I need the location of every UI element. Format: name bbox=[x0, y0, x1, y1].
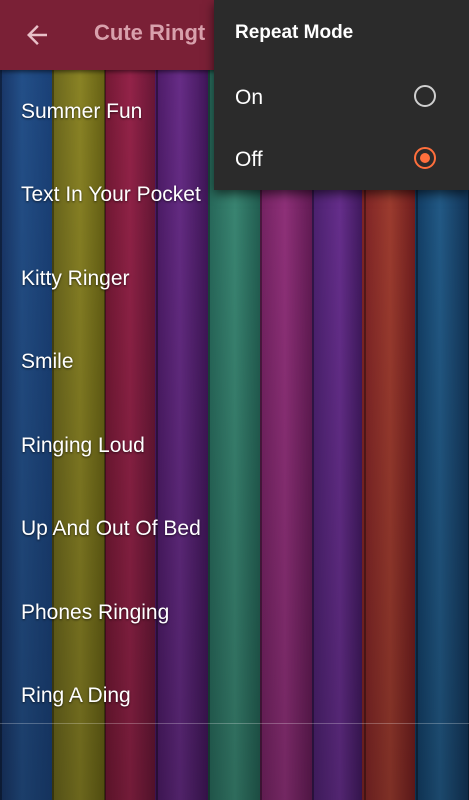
ringtone-item[interactable]: Phones Ringing bbox=[0, 571, 469, 655]
radio-checked-icon[interactable] bbox=[414, 147, 436, 169]
ringtone-label: Up And Out Of Bed bbox=[21, 517, 201, 541]
ringtone-label: Phones Ringing bbox=[21, 600, 170, 624]
ringtone-item[interactable]: Kitty Ringer bbox=[0, 237, 469, 321]
ringtone-item[interactable]: Smile bbox=[0, 321, 469, 405]
radio-unchecked-icon[interactable] bbox=[414, 85, 436, 107]
option-label: Off bbox=[235, 148, 263, 171]
ringtone-label: Summer Fun bbox=[21, 99, 143, 123]
ringtone-label: Kitty Ringer bbox=[21, 266, 130, 290]
repeat-mode-title: Repeat Mode bbox=[235, 22, 354, 43]
ringtone-label: Text In Your Pocket bbox=[21, 183, 201, 207]
ringtone-item[interactable]: Ring A Ding bbox=[0, 655, 469, 739]
list-divider bbox=[0, 723, 469, 724]
ringtone-label: Smile bbox=[21, 350, 74, 374]
back-arrow-icon[interactable] bbox=[22, 20, 52, 50]
ringtone-label: Ring A Ding bbox=[21, 684, 131, 708]
option-label: On bbox=[235, 86, 264, 109]
radio-dot bbox=[420, 153, 430, 163]
repeat-option-on[interactable]: On bbox=[214, 68, 469, 128]
ringtone-item[interactable]: Ringing Loud bbox=[0, 404, 469, 488]
repeat-option-off[interactable]: Off bbox=[214, 130, 469, 190]
repeat-mode-menu: Repeat Mode On Off bbox=[214, 0, 469, 190]
ringtone-item[interactable]: Up And Out Of Bed bbox=[0, 488, 469, 572]
ringtone-label: Ringing Loud bbox=[21, 433, 145, 457]
page-title: Cute Ringt bbox=[94, 20, 206, 45]
